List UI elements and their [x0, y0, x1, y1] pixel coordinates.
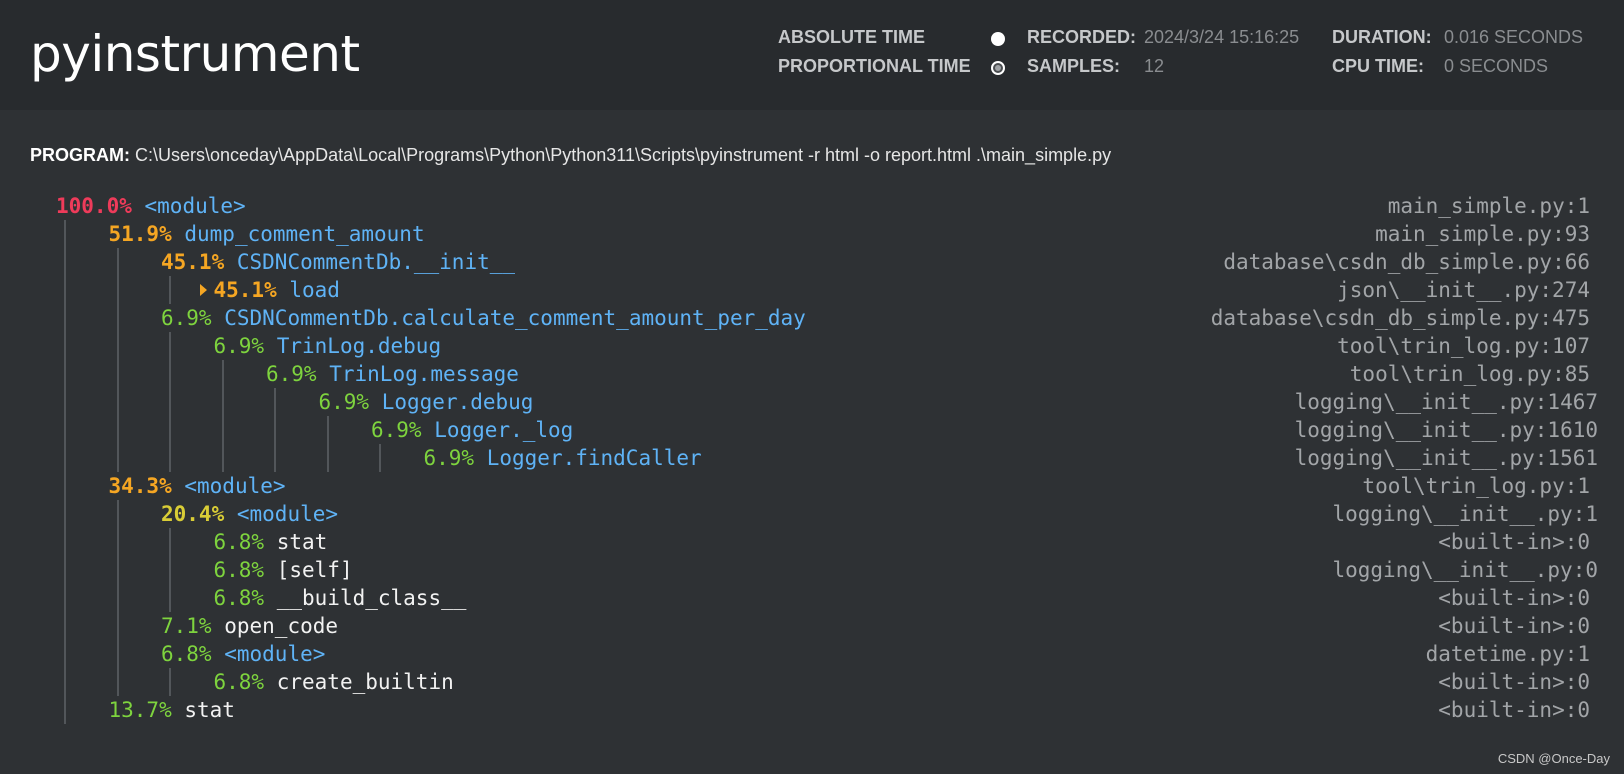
- frame-row[interactable]: 6.9% TrinLog.message: [266, 360, 519, 388]
- frame-location: <built-in>:0: [1438, 586, 1590, 610]
- frame-function-name: TrinLog.debug: [276, 334, 442, 358]
- frame-row[interactable]: 100.0% <module>: [56, 192, 246, 220]
- tree-guide-line: [169, 276, 171, 304]
- frame-percent: 6.9%: [266, 362, 317, 386]
- frame-location: <built-in>:0: [1438, 614, 1590, 638]
- tree-guide-line: [116, 500, 119, 696]
- frame-function-name: CSDNCommentDb.calculate_comment_amount_p…: [224, 306, 806, 330]
- frame-function-name: dump_comment_amount: [184, 222, 425, 246]
- frame-percent: 45.1%: [161, 250, 225, 274]
- frame-row[interactable]: 51.9% dump_comment_amount: [109, 220, 425, 248]
- frame-row[interactable]: 13.7% stat: [109, 696, 235, 724]
- frame-location: database\csdn_db_simple.py:475: [1210, 306, 1590, 330]
- frame-row[interactable]: 7.1% open_code: [161, 612, 338, 640]
- frame-percent: 100.0%: [56, 194, 132, 218]
- frame-percent: 45.1%: [213, 278, 277, 302]
- tree-guide-line: [116, 248, 119, 472]
- frame-function-name: __build_class__: [276, 586, 467, 610]
- frame-location: logging\__init__.py:1467: [1294, 390, 1598, 414]
- frame-function-name: <module>: [144, 194, 246, 218]
- frame-row[interactable]: 6.9% Logger.findCaller: [424, 444, 702, 472]
- frame-function-name: open_code: [224, 614, 339, 638]
- tree-guide-line: [169, 528, 171, 612]
- frame-row[interactable]: 34.3% <module>: [109, 472, 286, 500]
- frame-row[interactable]: 6.8% [self]: [214, 556, 353, 584]
- frame-location: tool\trin_log.py:1: [1362, 474, 1590, 498]
- frame-percent: 51.9%: [108, 222, 172, 246]
- frame-percent: 6.8%: [213, 558, 265, 582]
- frame-percent: 6.9%: [318, 390, 370, 414]
- frame-location: logging\__init__.py:0: [1332, 558, 1598, 582]
- expand-arrow-icon[interactable]: [199, 284, 207, 296]
- frame-percent: 6.9%: [213, 334, 265, 358]
- frame-location: datetime.py:1: [1425, 642, 1590, 666]
- frame-function-name: stat: [276, 530, 328, 554]
- frame-percent: 13.7%: [108, 698, 172, 722]
- frame-function-name: Logger.findCaller: [486, 446, 702, 470]
- frame-row[interactable]: 6.8% create_builtin: [214, 668, 454, 696]
- frame-percent: 6.8%: [213, 530, 265, 554]
- frame-row[interactable]: 45.1% CSDNCommentDb.__init__: [161, 248, 515, 276]
- frame-function-name: <module>: [184, 474, 286, 498]
- frame-percent: 7.1%: [161, 614, 212, 638]
- frame-percent: 6.8%: [161, 642, 212, 666]
- frame-location: <built-in>:0: [1438, 698, 1590, 722]
- frame-percent: 20.4%: [161, 502, 225, 526]
- frame-function-name: <module>: [236, 502, 339, 526]
- watermark: CSDN @Once-Day: [1497, 751, 1610, 766]
- frame-function-name: TrinLog.message: [329, 362, 519, 386]
- frame-location: <built-in>:0: [1438, 530, 1590, 554]
- frame-location: main_simple.py:93: [1375, 222, 1590, 246]
- frame-row[interactable]: 45.1% load: [199, 276, 340, 304]
- frame-function-name: Logger.debug: [381, 390, 534, 414]
- frame-location: tool\trin_log.py:107: [1337, 334, 1590, 358]
- frame-row[interactable]: 6.9% Logger._log: [371, 416, 573, 444]
- frame-percent: 34.3%: [108, 474, 172, 498]
- frame-row[interactable]: 6.8% stat: [214, 528, 328, 556]
- frame-location: tool\trin_log.py:85: [1349, 362, 1590, 386]
- frame-percent: 6.9%: [161, 306, 212, 330]
- frame-location: database\csdn_db_simple.py:66: [1223, 250, 1590, 274]
- frame-percent: 6.9%: [423, 446, 475, 470]
- tree-guide-line: [169, 668, 171, 696]
- frame-location: logging\__init__.py:1610: [1294, 418, 1598, 442]
- tree-guide-line: [326, 416, 329, 472]
- frame-function-name: create_builtin: [276, 670, 454, 694]
- frame-function-name: load: [289, 278, 340, 302]
- frame-percent: 6.8%: [213, 586, 265, 610]
- tree-guide-line: [379, 444, 381, 472]
- frame-location: main_simple.py:1: [1387, 194, 1590, 218]
- frame-percent: 6.8%: [213, 670, 265, 694]
- frame-location: logging\__init__.py:1561: [1294, 446, 1598, 470]
- frame-function-name: stat: [184, 698, 235, 722]
- frame-row[interactable]: 6.9% CSDNCommentDb.calculate_comment_amo…: [161, 304, 806, 332]
- tree-guide-line: [221, 360, 224, 472]
- frame-row[interactable]: 20.4% <module>: [161, 500, 338, 528]
- frame-function-name: CSDNCommentDb.__init__: [236, 250, 516, 274]
- frame-row[interactable]: 6.9% TrinLog.debug: [214, 332, 442, 360]
- frame-function-name: Logger._log: [434, 418, 574, 442]
- frame-percent: 6.9%: [371, 418, 422, 442]
- call-tree: 100.0% <module> main_simple.py:1 51.9% dum…: [0, 0, 1624, 774]
- tree-guide-line: [274, 388, 276, 472]
- tree-guide-line: [64, 220, 66, 724]
- frame-row[interactable]: 6.9% Logger.debug: [319, 388, 534, 416]
- frame-row[interactable]: 6.8% <module>: [161, 640, 325, 668]
- frame-location: logging\__init__.py:1: [1332, 502, 1598, 526]
- frame-function-name: <module>: [224, 642, 326, 666]
- frame-row[interactable]: 6.8% __build_class__: [214, 584, 467, 612]
- frame-function-name: [self]: [276, 558, 353, 582]
- tree-guide-line: [169, 332, 171, 472]
- frame-location: <built-in>:0: [1438, 670, 1590, 694]
- frame-location: json\__init__.py:274: [1337, 278, 1590, 302]
